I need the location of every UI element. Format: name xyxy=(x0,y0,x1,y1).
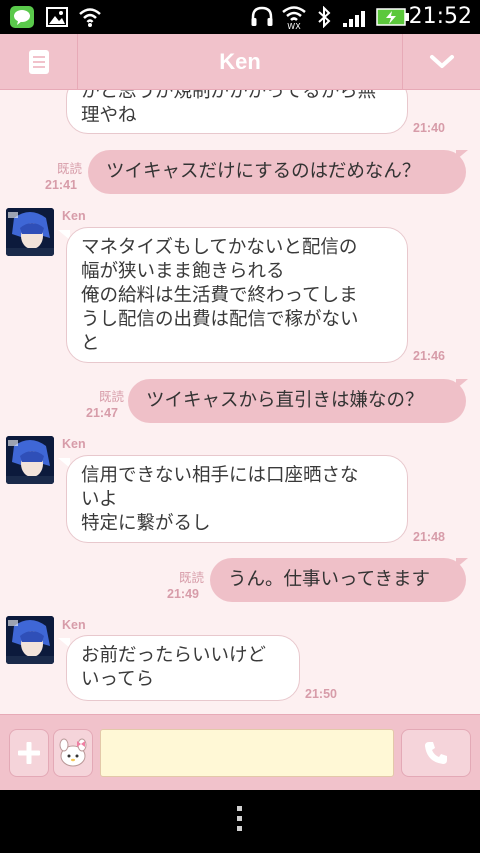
message-line: と xyxy=(81,333,100,354)
message-text: ツイキャスだけにするのはだめなん？ xyxy=(106,161,421,182)
message-time: 21:41 xyxy=(45,178,77,192)
incoming-message: お前だったらいいけど いってら xyxy=(66,635,300,701)
message-line: うし配信の出費は配信で稼がない xyxy=(81,309,359,330)
message-text: うん。仕事いってきます xyxy=(228,569,431,590)
message-line: 幅が狭いまま飽きられる xyxy=(81,261,285,282)
incoming-message: マネタイズもしてかないと配信の 幅が狭いまま飽きられる 俺の給料は生活費で終わっ… xyxy=(66,227,408,363)
incoming-message: かと思うが規制がかかってるから無 理やね xyxy=(66,90,408,134)
dot-icon xyxy=(237,806,242,811)
menu-list-icon xyxy=(28,50,49,74)
avatar[interactable] xyxy=(6,616,54,664)
message-input[interactable] xyxy=(100,729,394,777)
menu-button[interactable] xyxy=(0,34,78,90)
message-text: ツイキャスから直引きは嫌なの？ xyxy=(146,390,424,411)
message-line: 信用できない相手には口座晒さな xyxy=(81,465,359,486)
message-time: 21:46 xyxy=(413,349,445,363)
bluetooth-icon xyxy=(316,5,332,32)
chevron-down-icon xyxy=(429,55,454,68)
message-time: 21:40 xyxy=(413,121,445,135)
svg-text:WX: WX xyxy=(287,22,301,30)
sender-name: Ken xyxy=(62,618,86,632)
battery-charging-icon xyxy=(376,8,410,30)
wifi-signal-icon xyxy=(78,6,102,32)
message-time: 21:48 xyxy=(413,530,445,544)
message-line: マネタイズもしてかないと配信の xyxy=(81,237,358,258)
status-time: 21:52 xyxy=(408,4,472,29)
sender-name: Ken xyxy=(62,437,86,451)
sender-name: Ken xyxy=(62,209,86,223)
message-line: いってら xyxy=(81,669,155,690)
read-receipt: 既読 xyxy=(56,161,82,176)
chat-title: Ken xyxy=(219,49,261,74)
message-line: 特定に繋がるし xyxy=(81,513,211,534)
message-time: 21:47 xyxy=(86,406,118,420)
wifi-icon: WX xyxy=(281,4,307,34)
message-input-bar xyxy=(0,714,480,790)
system-nav-bar xyxy=(0,790,480,853)
bubble-tail xyxy=(456,558,468,568)
cell-signal-icon xyxy=(342,8,370,32)
message-time: 21:50 xyxy=(305,687,337,701)
message-line: かと思うが規制がかかってるから無 xyxy=(81,90,377,102)
bubble-tail xyxy=(456,150,468,160)
outgoing-message: うん。仕事いってきます xyxy=(210,558,466,602)
sticker-icon xyxy=(59,738,87,767)
read-receipt: 既読 xyxy=(178,570,204,585)
phone-icon xyxy=(425,742,447,764)
header-dropdown-button[interactable] xyxy=(402,34,480,90)
outgoing-message: ツイキャスだけにするのはだめなん？ xyxy=(88,150,466,194)
message-line: 俺の給料は生活費で終わってしま xyxy=(81,285,358,306)
call-button[interactable] xyxy=(401,729,471,777)
message-line: お前だったらいいけど xyxy=(81,645,267,666)
gallery-notification-icon xyxy=(46,7,68,31)
message-line: いよ xyxy=(81,489,118,510)
incoming-message: 信用できない相手には口座晒さな いよ 特定に繋がるし xyxy=(66,455,408,543)
outgoing-message: ツイキャスから直引きは嫌なの？ xyxy=(128,379,466,423)
add-button[interactable] xyxy=(9,729,49,777)
chat-message-list[interactable]: かと思うが規制がかかってるから無 理やね 21:40 既読 21:41 ツイキャ… xyxy=(0,90,480,714)
bubble-tail xyxy=(456,379,468,389)
message-line: 理やね xyxy=(81,105,137,126)
chat-header: Ken xyxy=(0,34,480,90)
plus-icon xyxy=(18,742,40,764)
dot-icon xyxy=(237,826,242,831)
read-receipt: 既読 xyxy=(98,389,124,404)
message-time: 21:49 xyxy=(167,587,199,601)
headphones-icon xyxy=(250,6,274,32)
line-notification-icon xyxy=(10,6,34,28)
dot-icon xyxy=(237,816,242,821)
sticker-button[interactable] xyxy=(53,729,93,777)
avatar[interactable] xyxy=(6,436,54,484)
avatar[interactable] xyxy=(6,208,54,256)
status-bar: WX 21:52 xyxy=(0,0,480,34)
overflow-menu-button[interactable] xyxy=(237,806,243,836)
